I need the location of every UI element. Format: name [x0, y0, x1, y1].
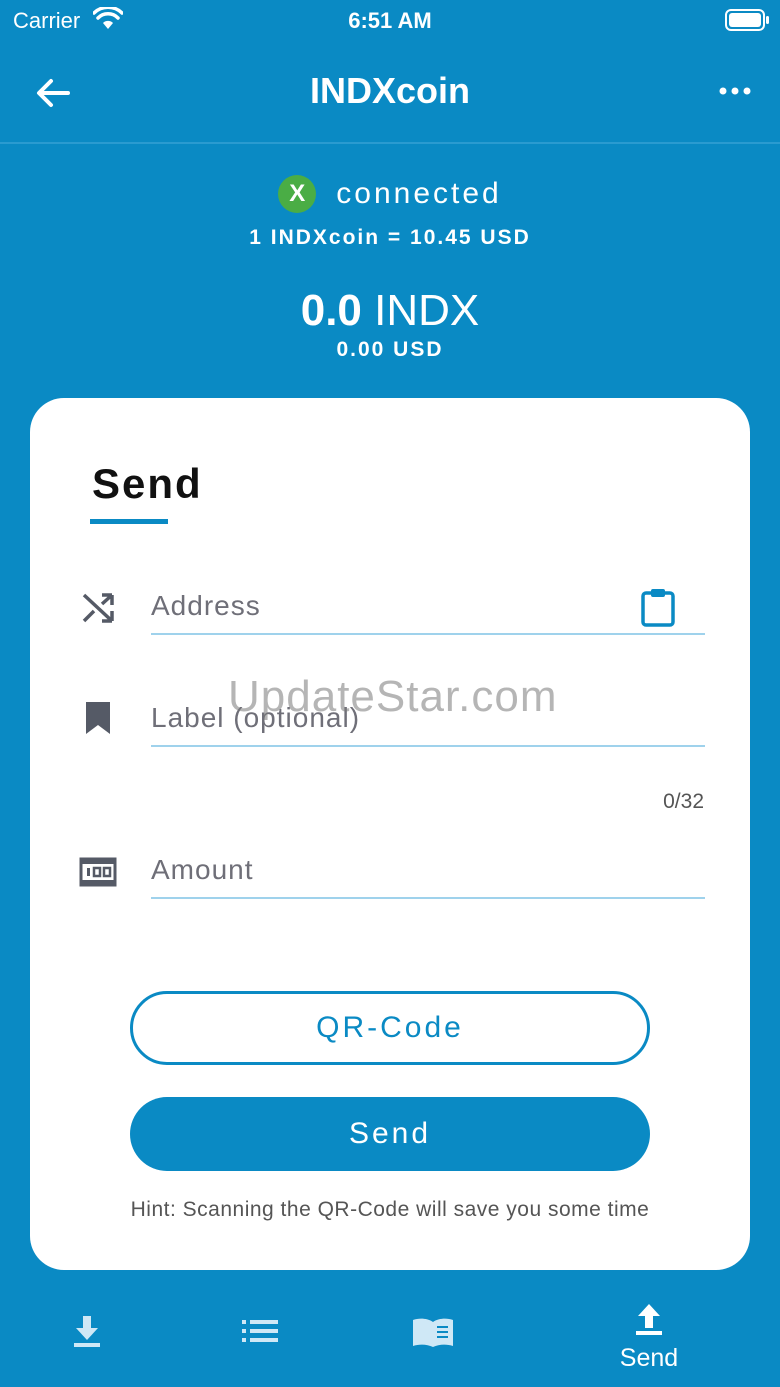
tab-transactions[interactable] — [195, 1290, 325, 1387]
tab-bar: Send — [0, 1290, 780, 1387]
upload-icon — [636, 1304, 662, 1335]
bookmark-icon — [78, 698, 118, 738]
balance-amount: 0.0 — [300, 286, 362, 335]
shuffle-icon — [78, 588, 118, 628]
list-icon — [242, 1320, 278, 1342]
status-time: 6:51 AM — [348, 8, 432, 33]
label-input[interactable] — [151, 691, 705, 747]
navigation-bar: INDXcoin — [0, 40, 780, 144]
connection-label: connected — [336, 177, 502, 210]
network-badge-icon: X — [278, 175, 317, 213]
send-button[interactable]: Send — [130, 1097, 650, 1171]
exchange-rate: 1 INDXcoin = 10.45 USD — [249, 226, 531, 249]
tab-send[interactable]: Send — [584, 1290, 714, 1387]
more-options-button[interactable] — [710, 76, 760, 106]
tab-send-label: Send — [619, 1344, 679, 1372]
paste-button[interactable] — [636, 584, 680, 630]
status-bar: Carrier 6:51 AM — [0, 0, 780, 40]
cash-icon — [78, 852, 118, 892]
amount-input[interactable] — [151, 843, 705, 899]
clipboard-icon — [641, 589, 675, 627]
connection-status: X connected — [0, 174, 780, 214]
download-icon — [74, 1316, 100, 1347]
ellipsis-icon — [719, 87, 751, 95]
balance-usd: 0.00 USD — [336, 338, 444, 361]
page-title: INDXcoin — [309, 70, 470, 111]
send-title: Send — [92, 460, 203, 507]
label-char-counter: 0/32 — [663, 790, 704, 813]
balance: 0.0 INDX — [0, 286, 780, 336]
title-underline — [90, 519, 168, 524]
battery-icon — [725, 8, 771, 37]
balance-unit: INDX — [374, 286, 480, 335]
tab-receive[interactable] — [22, 1290, 152, 1387]
address-input[interactable] — [151, 579, 705, 635]
qr-code-button[interactable]: QR-Code — [130, 991, 650, 1065]
book-icon — [413, 1318, 453, 1347]
send-card: Send 0/32 UpdateStar.com QR-Code — [30, 398, 750, 1270]
hint-text: Hint: Scanning the QR-Code will save you… — [130, 1198, 650, 1221]
tab-addressbook[interactable] — [368, 1290, 498, 1387]
